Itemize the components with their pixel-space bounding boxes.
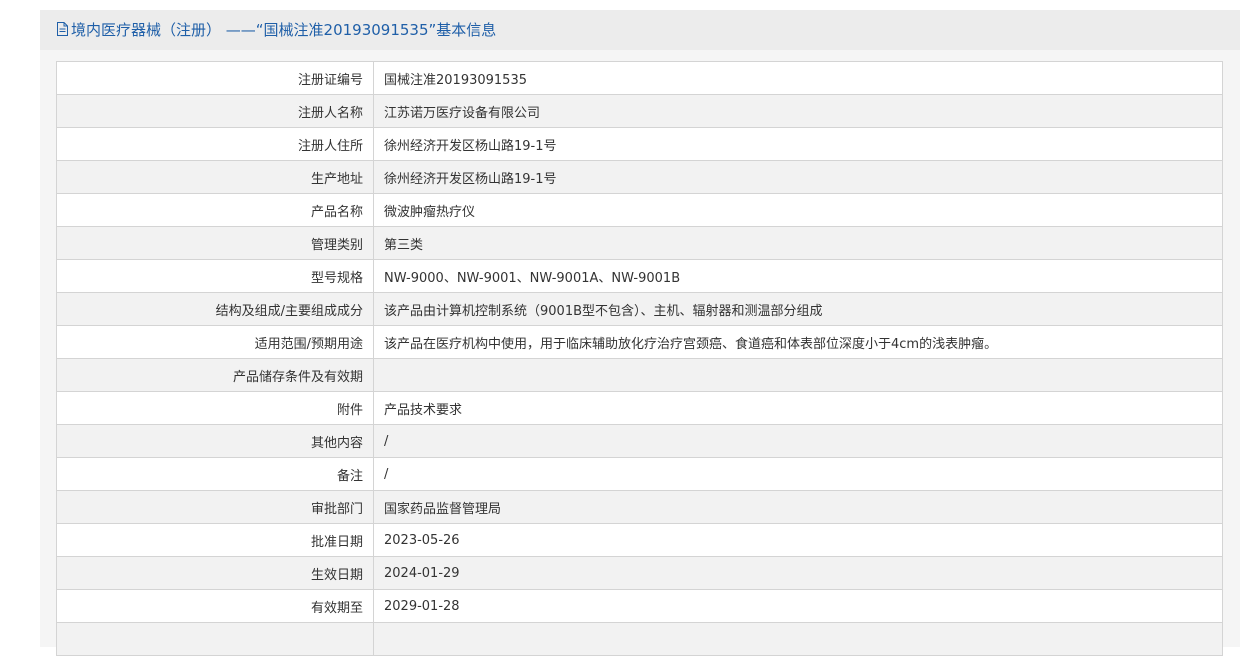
row-value: 产品技术要求 bbox=[373, 391, 1223, 425]
row-value: 国械注准20193091535 bbox=[373, 61, 1223, 95]
row-label: 批准日期 bbox=[56, 523, 374, 557]
row-value: / bbox=[373, 457, 1223, 491]
row-label: 生产地址 bbox=[56, 160, 374, 194]
row-value: 微波肿瘤热疗仪 bbox=[373, 193, 1223, 227]
info-panel: 境内医疗器械（注册） ——“国械注准20193091535”基本信息 注册证编号… bbox=[40, 10, 1240, 656]
row-label: 结构及组成/主要组成成分 bbox=[56, 292, 374, 326]
table-row: 生效日期 2024-01-29 bbox=[56, 556, 1223, 590]
row-value bbox=[373, 622, 1223, 656]
table-row: 结构及组成/主要组成成分 该产品由计算机控制系统（9001B型不包含）、主机、辐射… bbox=[56, 292, 1223, 326]
row-value: 徐州经济开发区杨山路19-1号 bbox=[373, 160, 1223, 194]
row-value: / bbox=[373, 424, 1223, 458]
table-row: 适用范围/预期用途 该产品在医疗机构中使用，用于临床辅助放化疗治疗宫颈癌、食道癌和… bbox=[56, 325, 1223, 359]
row-value: 国家药品监督管理局 bbox=[373, 490, 1223, 524]
page-title: 境内医疗器械（注册） ——“国械注准20193091535”基本信息 bbox=[71, 21, 497, 39]
table-row: 产品名称 微波肿瘤热疗仪 bbox=[56, 193, 1223, 227]
row-value bbox=[373, 358, 1223, 392]
table-row bbox=[56, 622, 1223, 656]
row-value: 2023-05-26 bbox=[373, 523, 1223, 557]
table-row: 注册证编号 国械注准20193091535 bbox=[56, 61, 1223, 95]
row-value: 江苏诺万医疗设备有限公司 bbox=[373, 94, 1223, 128]
row-label: 审批部门 bbox=[56, 490, 374, 524]
document-icon bbox=[57, 22, 68, 36]
table-row: 批准日期 2023-05-26 bbox=[56, 523, 1223, 557]
table-row: 附件 产品技术要求 bbox=[56, 391, 1223, 425]
table-row: 生产地址 徐州经济开发区杨山路19-1号 bbox=[56, 160, 1223, 194]
row-value: 该产品在医疗机构中使用，用于临床辅助放化疗治疗宫颈癌、食道癌和体表部位深度小于4… bbox=[373, 325, 1223, 359]
row-label: 产品名称 bbox=[56, 193, 374, 227]
row-label: 备注 bbox=[56, 457, 374, 491]
table-row: 注册人住所 徐州经济开发区杨山路19-1号 bbox=[56, 127, 1223, 161]
row-label: 管理类别 bbox=[56, 226, 374, 260]
row-value: 第三类 bbox=[373, 226, 1223, 260]
table-row: 管理类别 第三类 bbox=[56, 226, 1223, 260]
table-row: 注册人名称 江苏诺万医疗设备有限公司 bbox=[56, 94, 1223, 128]
info-table: 注册证编号 国械注准20193091535 注册人名称 江苏诺万医疗设备有限公司 注册人… bbox=[56, 61, 1223, 656]
row-label: 型号规格 bbox=[56, 259, 374, 293]
table-row: 产品储存条件及有效期 bbox=[56, 358, 1223, 392]
row-label: 有效期至 bbox=[56, 589, 374, 623]
row-label: 注册人名称 bbox=[56, 94, 374, 128]
row-label: 生效日期 bbox=[56, 556, 374, 590]
row-value: NW-9000、NW-9001、NW-9001A、NW-9001B bbox=[373, 259, 1223, 293]
table-row: 备注 / bbox=[56, 457, 1223, 491]
row-value: 徐州经济开发区杨山路19-1号 bbox=[373, 127, 1223, 161]
table-row: 审批部门 国家药品监督管理局 bbox=[56, 490, 1223, 524]
panel-header: 境内医疗器械（注册） ——“国械注准20193091535”基本信息 bbox=[40, 10, 1240, 50]
row-label: 适用范围/预期用途 bbox=[56, 325, 374, 359]
row-label: 产品储存条件及有效期 bbox=[56, 358, 374, 392]
table-row: 有效期至 2029-01-28 bbox=[56, 589, 1223, 623]
row-label: 其他内容 bbox=[56, 424, 374, 458]
row-value: 该产品由计算机控制系统（9001B型不包含）、主机、辐射器和测温部分组成 bbox=[373, 292, 1223, 326]
row-label: 注册证编号 bbox=[56, 61, 374, 95]
row-label: 注册人住所 bbox=[56, 127, 374, 161]
table-row: 其他内容 / bbox=[56, 424, 1223, 458]
row-value: 2024-01-29 bbox=[373, 556, 1223, 590]
row-label bbox=[56, 622, 374, 656]
table-row: 型号规格 NW-9000、NW-9001、NW-9001A、NW-9001B bbox=[56, 259, 1223, 293]
row-label: 附件 bbox=[56, 391, 374, 425]
row-value: 2029-01-28 bbox=[373, 589, 1223, 623]
